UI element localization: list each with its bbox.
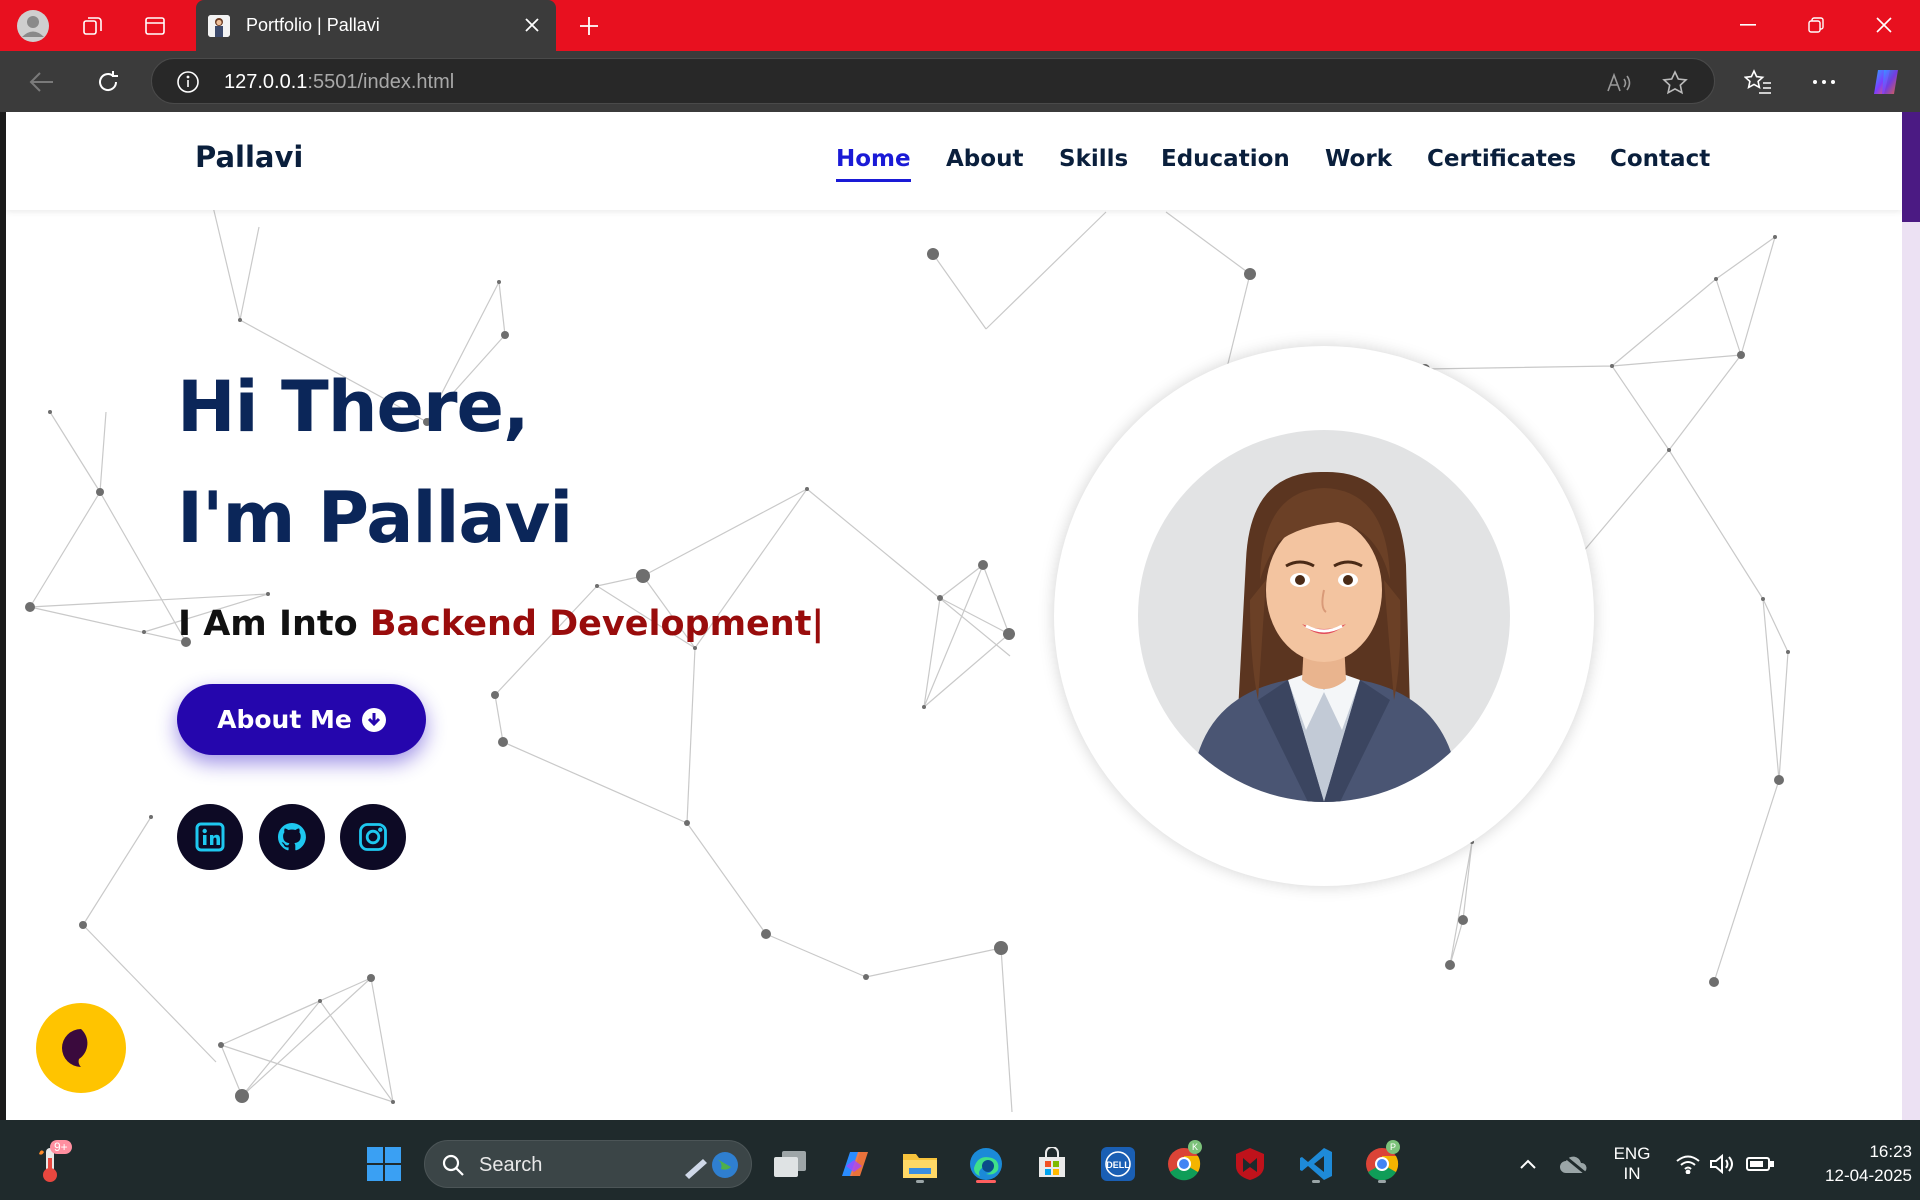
- file-explorer-button[interactable]: [898, 1142, 942, 1186]
- instagram-icon: [359, 823, 387, 851]
- arrow-down-circle-icon: [361, 707, 386, 732]
- site-info-icon[interactable]: [176, 70, 200, 98]
- weather-widget[interactable]: 9+: [28, 1140, 72, 1186]
- dell-icon: DELL: [1101, 1147, 1135, 1181]
- svg-text:DELL: DELL: [1106, 1160, 1130, 1170]
- hero-subtitle: I Am Into Backend Development|: [178, 604, 825, 644]
- nav-contact[interactable]: Contact: [1610, 146, 1710, 172]
- nav-work[interactable]: Work: [1325, 146, 1392, 172]
- read-aloud-icon[interactable]: [1604, 68, 1634, 98]
- clock-date: 12-04-2025: [1825, 1166, 1912, 1185]
- favorites-icon[interactable]: [1740, 64, 1776, 100]
- battery-icon: [1746, 1157, 1774, 1171]
- tab-title: Portfolio | Pallavi: [246, 15, 380, 35]
- site-logo[interactable]: Pallavi: [195, 140, 303, 174]
- about-me-label: About Me: [217, 705, 352, 734]
- page-viewport: Pallavi Home About Skills Education Work…: [6, 112, 1902, 1120]
- clock-time: 16:23: [1869, 1142, 1912, 1161]
- taskbar-search[interactable]: Search: [424, 1140, 752, 1188]
- store-icon: [1039, 1147, 1065, 1177]
- clock-button[interactable]: 16:23 12-04-2025: [1782, 1142, 1912, 1186]
- nav-about[interactable]: About: [946, 146, 1023, 172]
- folder-icon: [903, 1154, 937, 1178]
- task-view-icon: [774, 1151, 806, 1177]
- cloud-offline-icon: [1560, 1153, 1587, 1175]
- search-highlight-icon: [685, 1152, 738, 1179]
- linkedin-button[interactable]: [177, 804, 243, 870]
- tab-favicon-icon: [208, 14, 230, 37]
- github-icon: [277, 823, 306, 851]
- about-me-button[interactable]: About Me: [177, 684, 426, 755]
- battery-status[interactable]: [1738, 1142, 1782, 1186]
- wifi-icon: [1676, 1155, 1700, 1174]
- instagram-button[interactable]: [340, 804, 406, 870]
- hero-name: I'm Pallavi: [177, 477, 573, 559]
- windows-taskbar: 9+ Search DELL K P ENG IN 16:23 12-04-20…: [0, 1120, 1920, 1200]
- url-text: 127.0.0.1:5501/index.html: [224, 71, 455, 93]
- page-scrollbar[interactable]: [1902, 112, 1920, 1120]
- typed-text: Backend Development|: [369, 604, 825, 644]
- chat-widget-button[interactable]: [36, 1003, 126, 1093]
- copilot-taskbar-button[interactable]: [832, 1142, 876, 1186]
- close-tab-icon[interactable]: [520, 13, 544, 37]
- windows-logo-icon: [367, 1147, 401, 1181]
- vscode-button[interactable]: [1294, 1142, 1338, 1186]
- chevron-up-icon: [1520, 1159, 1536, 1169]
- show-hidden-icons-button[interactable]: [1506, 1142, 1550, 1186]
- vscode-icon: [1300, 1148, 1332, 1180]
- nav-education[interactable]: Education: [1161, 146, 1290, 172]
- browser-titlebar: Portfolio | Pallavi: [0, 0, 1920, 51]
- mcafee-shield-icon: [1236, 1148, 1264, 1180]
- chrome-profile-p-button[interactable]: P: [1360, 1140, 1404, 1186]
- close-window-icon[interactable]: [1864, 8, 1904, 42]
- onedrive-status-button[interactable]: [1552, 1142, 1596, 1186]
- chrome-p-badge: P: [1386, 1140, 1400, 1154]
- chat-bubble-icon: [61, 1029, 88, 1067]
- favorite-star-icon[interactable]: [1660, 68, 1690, 98]
- minimize-icon[interactable]: [1728, 8, 1768, 42]
- tab-actions-icon[interactable]: [138, 9, 172, 43]
- back-arrow-icon[interactable]: [24, 64, 60, 100]
- edge-browser-button[interactable]: [964, 1142, 1008, 1186]
- nav-certificates[interactable]: Certificates: [1427, 146, 1576, 172]
- more-menu-icon[interactable]: [1806, 64, 1842, 100]
- refresh-icon[interactable]: [90, 64, 126, 100]
- browser-toolbar: 127.0.0.1:5501/index.html: [0, 51, 1920, 112]
- input-language-button[interactable]: ENG IN: [1604, 1144, 1660, 1184]
- restore-icon[interactable]: [1796, 8, 1836, 42]
- copilot-app-icon: [842, 1152, 868, 1176]
- site-header: Pallavi Home About Skills Education Work…: [6, 112, 1902, 210]
- scrollbar-thumb[interactable]: [1902, 112, 1920, 222]
- hero-greeting: Hi There,: [177, 366, 530, 448]
- workspaces-icon[interactable]: [76, 9, 110, 43]
- profile-icon[interactable]: [16, 9, 50, 43]
- search-icon: [442, 1154, 464, 1176]
- dell-app-button[interactable]: DELL: [1096, 1142, 1140, 1186]
- chrome-profile-k-button[interactable]: K: [1162, 1140, 1206, 1186]
- edge-icon: [970, 1148, 1002, 1180]
- address-bar[interactable]: 127.0.0.1:5501/index.html: [151, 58, 1715, 104]
- speaker-icon: [1710, 1153, 1733, 1175]
- microsoft-store-button[interactable]: [1030, 1142, 1074, 1186]
- copilot-icon[interactable]: [1868, 64, 1904, 100]
- mcafee-button[interactable]: [1228, 1142, 1272, 1186]
- chrome-k-badge: K: [1188, 1140, 1202, 1154]
- active-tab[interactable]: Portfolio | Pallavi: [196, 0, 556, 51]
- start-button[interactable]: [362, 1142, 406, 1186]
- nav-skills[interactable]: Skills: [1059, 146, 1128, 172]
- profile-image-frame: [1054, 346, 1594, 886]
- profile-avatar: [1138, 430, 1510, 802]
- github-button[interactable]: [259, 804, 325, 870]
- nav-home[interactable]: Home: [836, 146, 911, 182]
- task-view-button[interactable]: [768, 1142, 812, 1186]
- weather-badge: 9+: [50, 1140, 72, 1154]
- linkedin-icon: [195, 822, 225, 852]
- new-tab-icon[interactable]: [572, 9, 606, 43]
